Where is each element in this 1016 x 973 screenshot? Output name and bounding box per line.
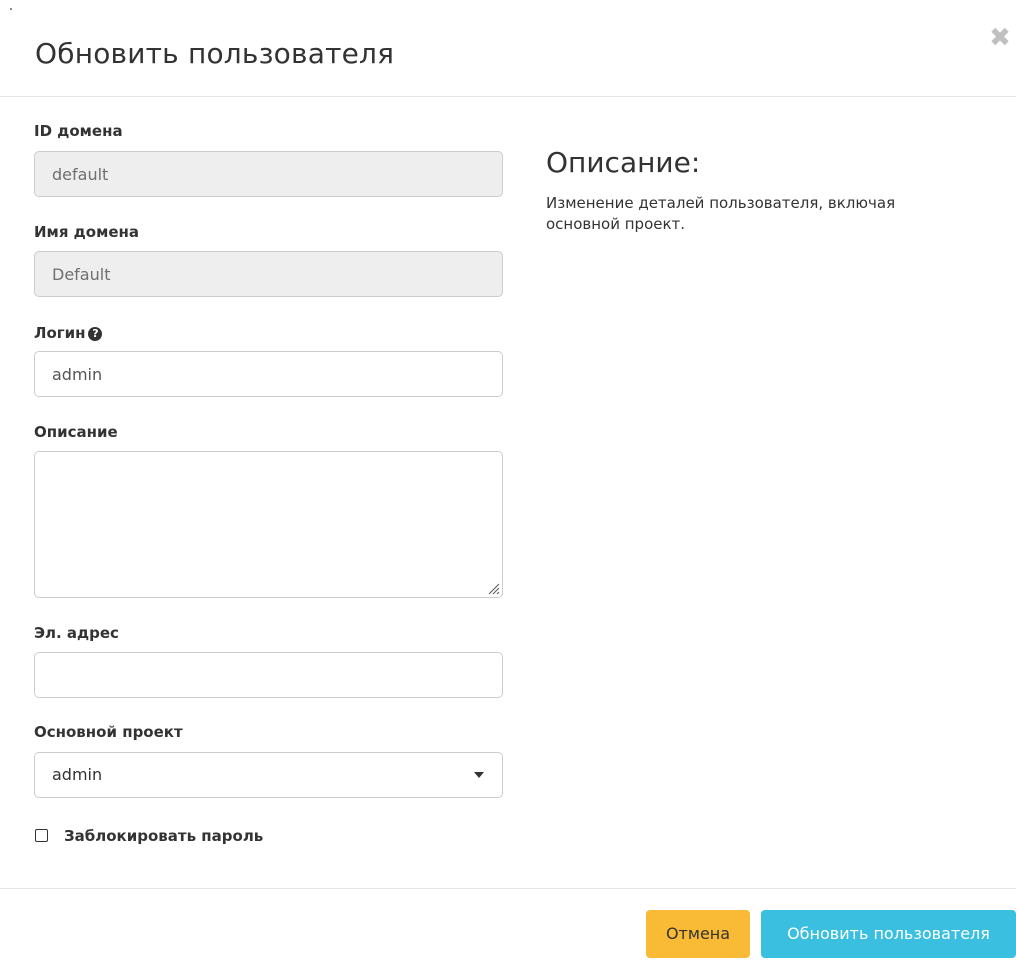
domain-id-field <box>34 151 503 197</box>
caret-down-icon <box>474 772 484 778</box>
resize-handle-icon[interactable] <box>486 581 500 595</box>
description-label: Описание <box>34 423 118 441</box>
modal-header: Обновить пользователя ✖ <box>0 0 1016 97</box>
lock-password-checkbox[interactable] <box>35 829 48 842</box>
primary-project-value: admin <box>52 765 103 784</box>
help-text: Изменение деталей пользователя, включая … <box>546 194 896 233</box>
update-user-button[interactable]: Обновить пользователя <box>761 910 1016 958</box>
login-label: Логин? <box>34 323 103 343</box>
lock-password-label[interactable]: Заблокировать пароль <box>64 826 263 846</box>
cancel-button[interactable]: Отмена <box>646 910 750 958</box>
domain-id-label: ID домена <box>34 122 123 140</box>
update-user-modal: Обновить пользователя ✖ ID домена Имя до… <box>0 0 1016 973</box>
description-textarea[interactable] <box>34 451 503 598</box>
login-field[interactable] <box>34 351 503 397</box>
close-icon[interactable]: ✖ <box>988 25 1012 51</box>
email-label: Эл. адрес <box>34 624 119 642</box>
modal-footer: Отмена Обновить пользователя <box>0 888 1016 973</box>
question-circle-icon[interactable]: ? <box>88 327 103 341</box>
help-panel: Описание: Изменение деталей пользователя… <box>546 141 966 235</box>
login-label-text: Логин <box>34 324 86 342</box>
primary-project-label: Основной проект <box>34 723 183 741</box>
modal-title: Обновить пользователя <box>35 37 395 70</box>
primary-project-select[interactable]: admin <box>34 752 503 798</box>
email-field[interactable] <box>34 652 503 698</box>
domain-name-field <box>34 251 503 297</box>
help-title: Описание: <box>546 146 701 179</box>
domain-name-label: Имя домена <box>34 223 140 241</box>
